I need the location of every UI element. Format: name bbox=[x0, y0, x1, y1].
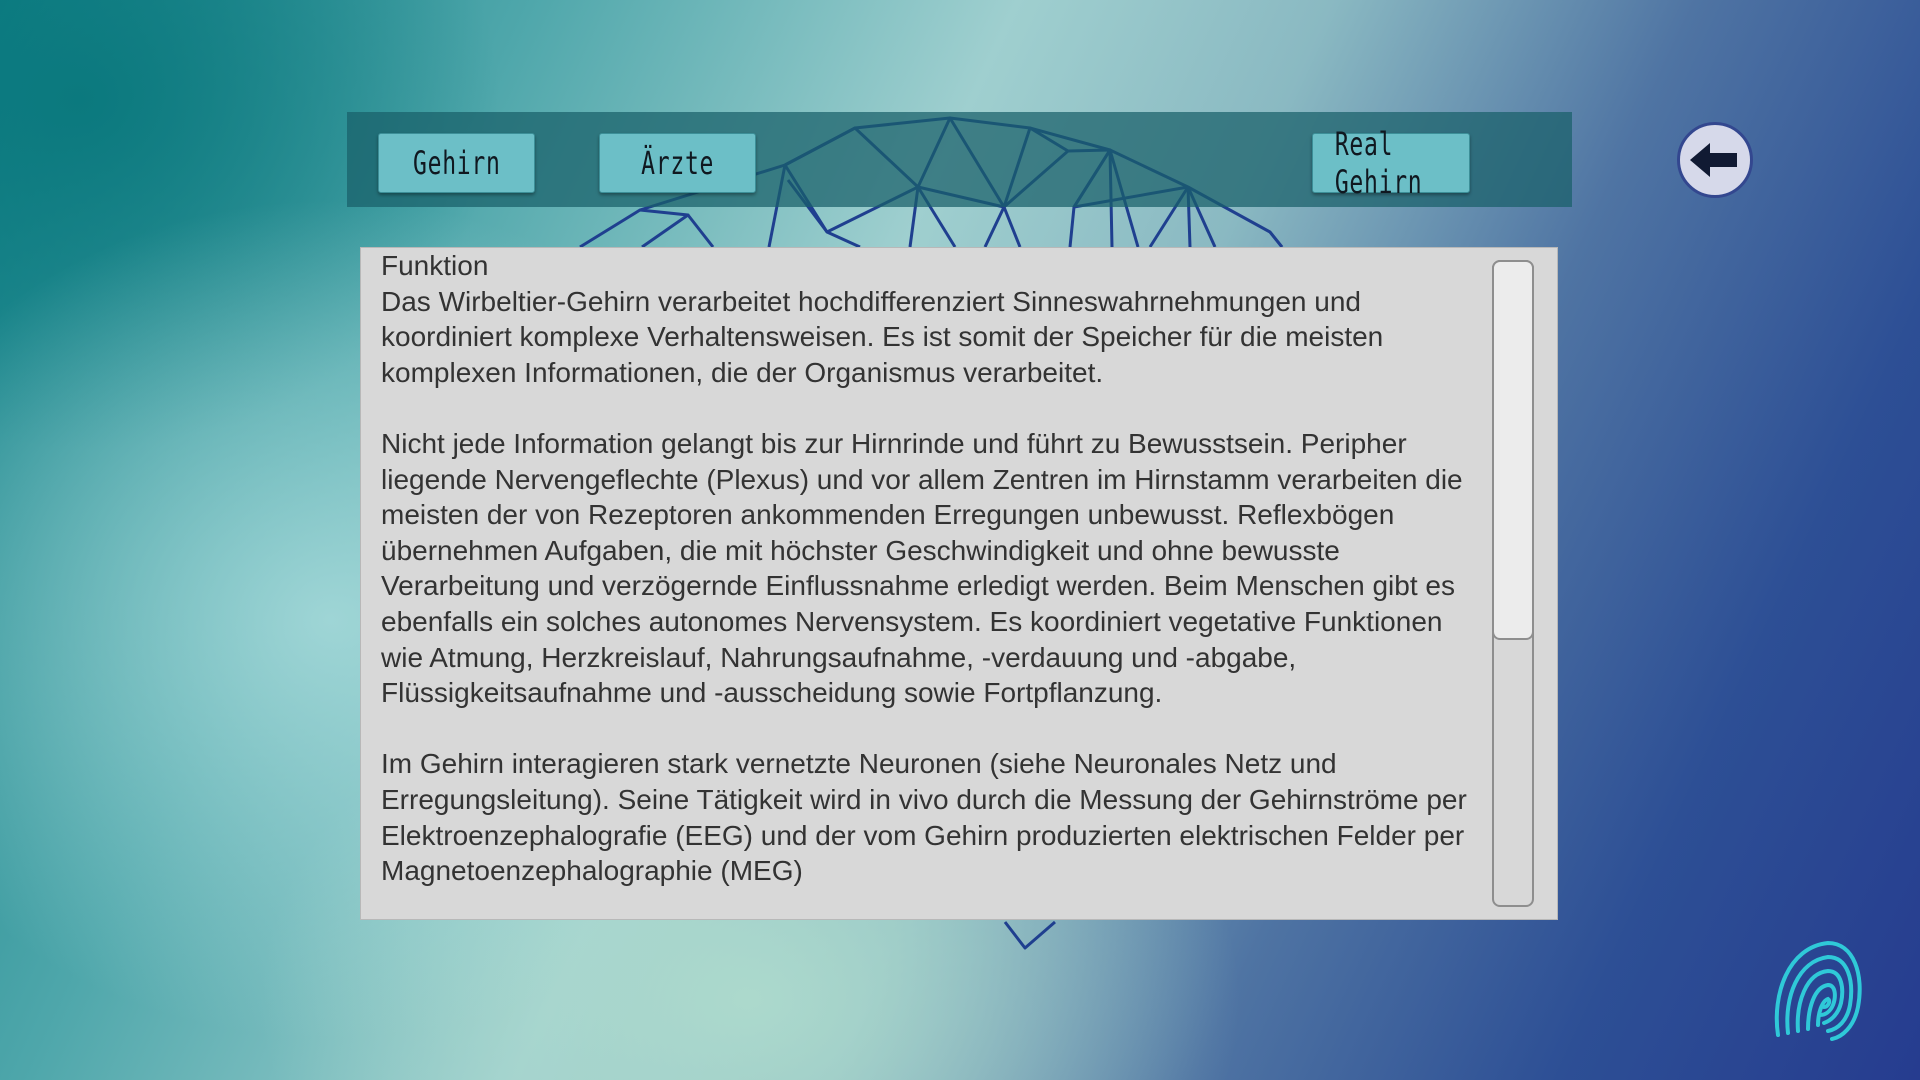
real-gehirn-button-label: Real Gehirn bbox=[1334, 125, 1423, 201]
text-content: Funktion Das Wirbeltier-Gehirn verarbeit… bbox=[381, 248, 1491, 919]
section-title: Funktion bbox=[381, 250, 489, 281]
gehirn-button[interactable]: Gehirn bbox=[378, 133, 535, 193]
aerzte-button[interactable]: Ärzte bbox=[599, 133, 756, 193]
scrollbar-thumb[interactable] bbox=[1492, 260, 1534, 640]
aerzte-button-label: Ärzte bbox=[641, 144, 714, 182]
paragraph: Das Wirbeltier-Gehirn verarbeitet hochdi… bbox=[381, 285, 1384, 388]
gehirn-button-label: Gehirn bbox=[412, 144, 501, 182]
paragraph: Nicht jede Information gelangt bis zur H… bbox=[381, 427, 1463, 709]
text-panel: Funktion Das Wirbeltier-Gehirn verarbeit… bbox=[360, 247, 1558, 920]
back-button[interactable] bbox=[1677, 122, 1753, 198]
paragraph: Im Gehirn interagieren stark vernetzte N… bbox=[381, 748, 1467, 887]
arrow-left-icon bbox=[1690, 143, 1737, 177]
real-gehirn-button[interactable]: Real Gehirn bbox=[1312, 125, 1470, 201]
fingerprint-icon bbox=[1774, 940, 1862, 1041]
